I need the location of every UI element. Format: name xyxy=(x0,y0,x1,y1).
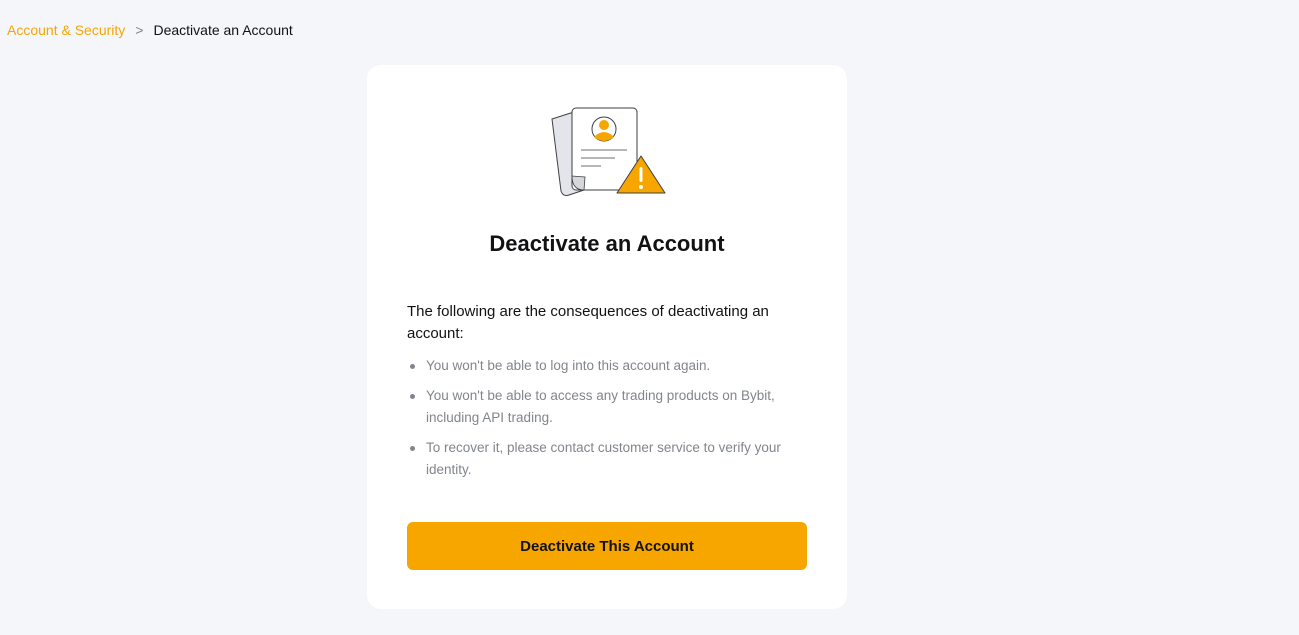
bullet-icon xyxy=(410,394,415,399)
list-item: You won't be able to access any trading … xyxy=(407,385,807,429)
list-item-text: To recover it, please contact customer s… xyxy=(426,440,781,477)
list-item: To recover it, please contact customer s… xyxy=(407,437,807,481)
breadcrumb-current: Deactivate an Account xyxy=(153,22,293,38)
page-title: Deactivate an Account xyxy=(489,231,725,256)
consequences-intro: The following are the consequences of de… xyxy=(407,303,769,342)
deactivate-account-button[interactable]: Deactivate This Account xyxy=(407,522,807,570)
list-item-text: You won't be able to access any trading … xyxy=(426,388,775,425)
breadcrumb: Account & Security > Deactivate an Accou… xyxy=(7,22,293,38)
list-item: You won't be able to log into this accou… xyxy=(407,355,807,377)
bullet-icon xyxy=(410,364,415,369)
list-item-text: You won't be able to log into this accou… xyxy=(426,358,711,373)
breadcrumb-separator: > xyxy=(135,22,144,38)
deactivate-card: Deactivate an Account The following are … xyxy=(367,65,847,609)
document-warning-illustration xyxy=(551,107,666,196)
bullet-icon xyxy=(410,446,415,451)
consequences-list: You won't be able to log into this accou… xyxy=(407,355,807,489)
breadcrumb-account-security-link[interactable]: Account & Security xyxy=(7,22,125,38)
